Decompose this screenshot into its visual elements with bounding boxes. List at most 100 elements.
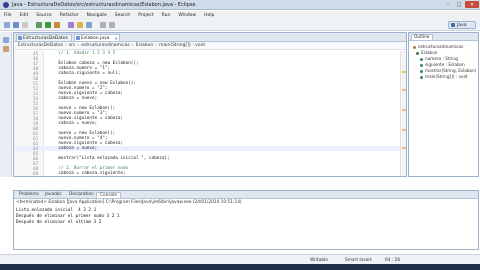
breadcrumb: EstructurasDeDatos › src › estructurasdina… [14, 42, 406, 50]
tab-outline[interactable]: Outline [411, 34, 433, 40]
menu-help[interactable]: Help [204, 13, 214, 18]
outline-item-label: siguiente : Eslabon [425, 62, 465, 67]
member-icon [420, 75, 423, 79]
debug-icon[interactable] [36, 22, 42, 28]
close-tab-icon[interactable]: ✕ [115, 36, 118, 41]
outline-view: Outline estructurasdinamicas Eslabon numer… [408, 32, 479, 177]
maximize-button[interactable]: □ [454, 1, 464, 8]
search-icon[interactable] [86, 22, 92, 28]
perspective-java-button[interactable]: Java [448, 21, 476, 29]
menu-file[interactable]: File [4, 13, 12, 18]
back-icon[interactable] [100, 22, 106, 28]
new-icon[interactable] [4, 22, 10, 28]
menu-search[interactable]: Search [115, 13, 130, 18]
print-icon[interactable] [22, 22, 28, 28]
java-perspective-icon [451, 23, 455, 27]
outline-item-label: estructurasdinamicas [418, 44, 464, 49]
menu-bar: File Edit Source Refactor Navigate Searc… [0, 11, 480, 19]
tab-problems[interactable]: Problems [16, 192, 42, 198]
status-bar: Writable Smart Insert 64 : 26 [0, 254, 480, 264]
menu-project[interactable]: Project [138, 13, 153, 18]
outline-item-label: main(String[]) : void [425, 74, 468, 79]
menu-run[interactable]: Run [162, 13, 171, 18]
breadcrumb-src[interactable]: src [69, 43, 76, 48]
console-view: Problems Javadoc Declaration Console <te… [13, 190, 479, 250]
status-writable: Writable [310, 258, 328, 263]
minimize-button[interactable]: – [443, 1, 453, 8]
tab-label: Eslabon.java [81, 36, 110, 41]
code-line[interactable]: 69 cabeza = cabeza.siguiente; [14, 171, 400, 176]
open-type-icon[interactable] [77, 22, 83, 28]
menu-navigate[interactable]: Navigate [87, 13, 107, 18]
hierarchy-icon[interactable] [3, 46, 9, 52]
console-header: <terminated> Eslabon [Java Application] … [16, 200, 242, 205]
eclipse-stage: Java - EstructuraDeDatos/src/estructuras… [0, 0, 480, 270]
outline-item-label: mostrar(String, Eslabon) [425, 68, 477, 73]
outline-item[interactable]: Eslabon [416, 50, 437, 55]
run-icon[interactable] [45, 22, 51, 28]
outline-tabs: Outline [409, 33, 478, 41]
external-tools-icon[interactable] [54, 22, 60, 28]
status-insert-mode: Smart Insert [345, 258, 372, 263]
overview-ruler[interactable] [400, 51, 406, 176]
forward-icon[interactable] [109, 22, 115, 28]
outline-item[interactable]: mostrar(String, Eslabon) [420, 68, 476, 73]
code-editor: EstructurasDeDatos Eslabon.java ✕ Estruc… [13, 32, 407, 177]
breadcrumb-project[interactable]: EstructurasDeDatos [18, 43, 63, 48]
tab-javadoc[interactable]: Javadoc [42, 192, 65, 198]
menu-window[interactable]: Window [178, 13, 196, 18]
editor-tabs: EstructurasDeDatos Eslabon.java ✕ [14, 33, 406, 42]
member-icon [413, 45, 416, 49]
breadcrumb-package[interactable]: estructurasdinamicas [81, 43, 130, 48]
code-area[interactable]: 45 // 1. Añadir 1 2 3 4 5 46 47 Eslabon ca… [14, 51, 406, 176]
tab-estructuras[interactable]: EstructurasDeDatos [16, 34, 72, 41]
breadcrumb-method[interactable]: main(String[]) : void [159, 43, 205, 48]
line-number: 69 [33, 171, 38, 176]
member-icon [420, 63, 423, 67]
tab-label: EstructurasDeDatos [23, 36, 69, 41]
occurrence-marker[interactable] [402, 109, 406, 111]
title-bar: Java - EstructuraDeDatos/src/estructuras… [0, 0, 480, 10]
menu-edit[interactable]: Edit [20, 13, 29, 18]
member-icon [420, 69, 423, 73]
window-title: Java - EstructuraDeDatos/src/estructuras… [12, 2, 196, 8]
occurrence-marker[interactable] [402, 147, 406, 149]
breadcrumb-class[interactable]: Eslabon [136, 43, 154, 48]
left-trim [0, 32, 12, 177]
save-icon[interactable] [13, 22, 19, 28]
bottom-tabs: Problems Javadoc Declaration Console [14, 191, 478, 199]
taskbar [0, 264, 480, 270]
menu-refactor[interactable]: Refactor [60, 13, 79, 18]
toolbar [0, 19, 480, 31]
member-icon [420, 57, 423, 61]
tab-declaration[interactable]: Declaration [66, 192, 97, 198]
breadcrumb-sep: › [131, 43, 134, 48]
package-explorer-icon[interactable] [3, 37, 9, 43]
console-line: Después de eliminar el primer nodo 3 2 1 [16, 214, 120, 219]
breadcrumb-sep: › [77, 43, 80, 48]
outline-item[interactable]: numero : String [420, 56, 458, 61]
code-text: cabeza = cabeza.siguiente; [48, 171, 126, 176]
occurrence-marker[interactable] [402, 89, 406, 91]
close-button[interactable]: ✕ [465, 1, 479, 8]
outline-item[interactable]: estructurasdinamicas [413, 44, 463, 49]
occurrence-marker[interactable] [402, 71, 406, 73]
new-class-icon[interactable] [68, 22, 74, 28]
outline-item-label: Eslabon [421, 50, 438, 55]
breadcrumb-sep: › [155, 43, 158, 48]
eclipse-icon [3, 2, 9, 8]
outline-item[interactable]: main(String[]) : void [420, 74, 467, 79]
member-icon [416, 51, 419, 55]
java-file-icon [76, 36, 80, 40]
tab-eslabon[interactable]: Eslabon.java ✕ [74, 34, 120, 41]
project-icon [18, 36, 22, 40]
outline-item[interactable]: siguiente : Eslabon [420, 62, 465, 67]
menu-source[interactable]: Source [36, 13, 51, 18]
outline-item-label: numero : String [425, 56, 458, 61]
breadcrumb-sep: › [65, 43, 67, 48]
tab-console[interactable]: Console [96, 192, 122, 198]
status-position: 64 : 26 [385, 258, 401, 263]
console-line: Después de eliminar el ultimo 3 2 [16, 220, 102, 225]
eclipse-window: Java - EstructuraDeDatos/src/estructuras… [0, 0, 480, 270]
occurrence-marker[interactable] [402, 129, 406, 131]
